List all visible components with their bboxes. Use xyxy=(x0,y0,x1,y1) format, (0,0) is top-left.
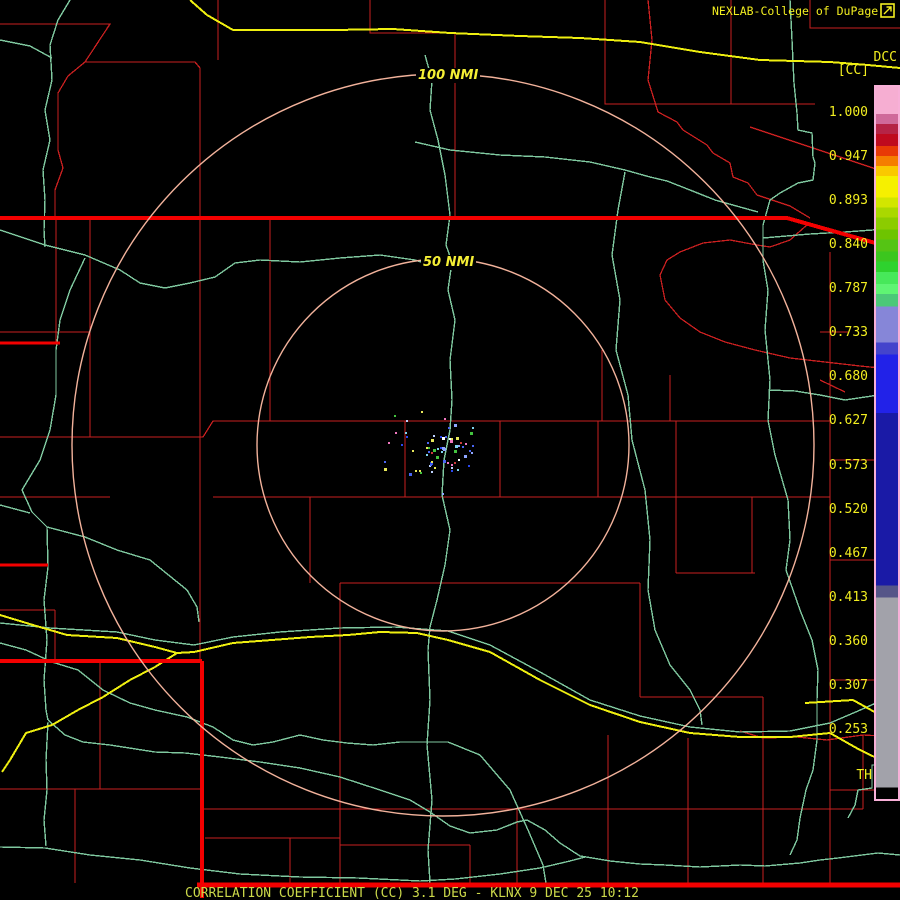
color-scale-value: 0.947 xyxy=(828,149,868,165)
color-scale-value: 0.520 xyxy=(828,501,868,517)
radar-map-canvas xyxy=(0,0,900,898)
color-scale-value: 0.573 xyxy=(828,457,868,473)
color-scale-value: 0.893 xyxy=(828,193,868,209)
radar-echo-cluster xyxy=(384,411,474,495)
range-ring-label-50nmi: 50 NMI xyxy=(421,255,477,270)
product-code-label: DCC xyxy=(873,50,897,65)
radar-viewer: 100 NMI 50 NMI NEXLAB-College of DuPage … xyxy=(0,0,900,900)
highway-yellow-lines xyxy=(0,0,900,773)
color-scale-value: 0.787 xyxy=(828,281,868,297)
color-scale-value: 0.840 xyxy=(828,237,868,253)
color-scale-value: 0.627 xyxy=(828,413,868,429)
corner-arrow-icon xyxy=(880,3,895,18)
color-scale-value: 0.360 xyxy=(828,633,868,649)
status-bar: CORRELATION COEFFICIENT (CC) 3.1 DEG - K… xyxy=(185,886,639,900)
color-scale-value: 0.307 xyxy=(828,677,868,693)
product-unit-label: [CC] xyxy=(837,63,869,78)
color-scale-bar xyxy=(874,85,900,801)
color-scale-value: 0.733 xyxy=(828,325,868,341)
page-title: NEXLAB-College of DuPage xyxy=(712,4,879,18)
range-ring-label-100nmi: 100 NMI xyxy=(416,68,481,83)
color-scale-value: 0.680 xyxy=(828,369,868,385)
color-scale-value: 0.413 xyxy=(828,589,868,605)
color-scale-value: 1.000 xyxy=(828,105,868,120)
major-highway-lines xyxy=(0,216,900,898)
range-ring-100nmi xyxy=(71,73,815,817)
color-scale-gradient xyxy=(876,87,898,799)
range-rings xyxy=(71,73,815,817)
threshold-label: TH xyxy=(856,768,872,783)
color-scale-value: 0.253 xyxy=(828,721,868,737)
color-scale-value: 0.467 xyxy=(828,545,868,561)
